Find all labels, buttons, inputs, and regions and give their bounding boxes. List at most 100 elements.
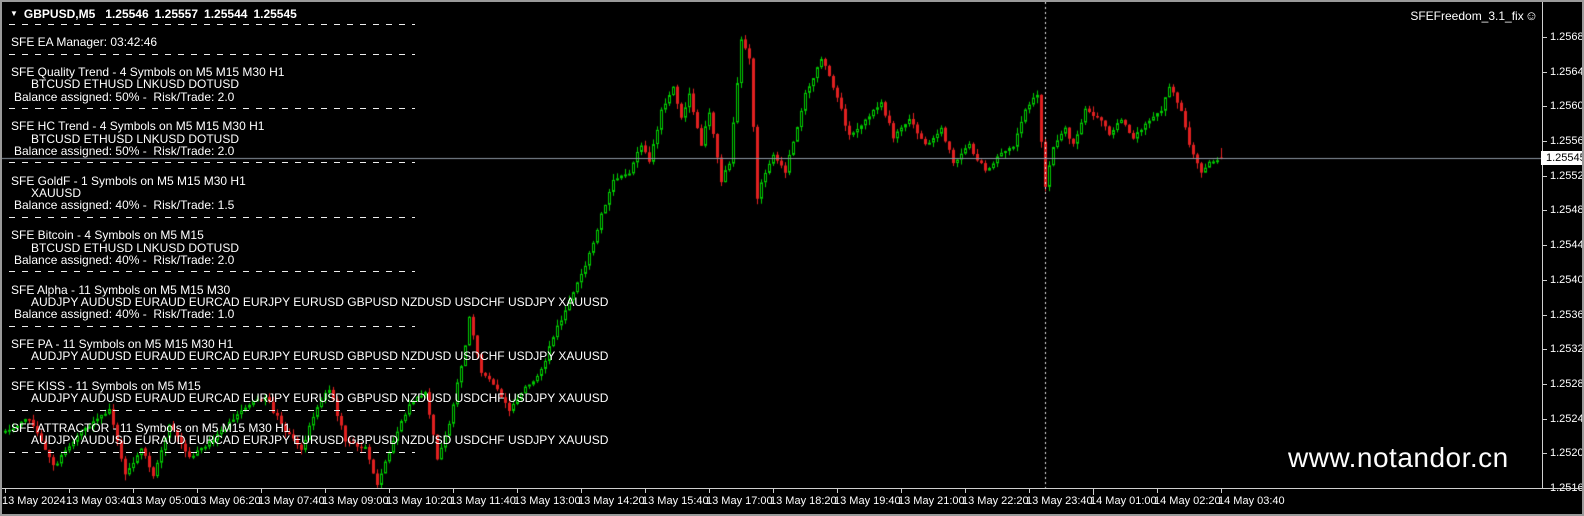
price-axis-tick [1543,384,1547,385]
price-axis-label: 1.25285 [1550,378,1584,390]
time-axis-label: 13 May 11:40 [450,495,516,507]
time-axis-tick [261,489,262,493]
time-axis-tick [453,489,454,493]
dashed-line [9,216,415,218]
time-axis-tick [325,489,326,493]
panel-separator [9,451,608,464]
collapse-chart-icon[interactable]: ▼ [10,9,18,18]
time-axis-tick [645,489,646,493]
price-axis-tick [1543,245,1547,246]
ohlc-high: 1.25557 [154,7,199,21]
price-axis-label: 1.25325 [1550,343,1584,355]
ea-smiley-icon[interactable]: ☺ [1525,8,1538,23]
time-axis-tick [709,489,710,493]
panel-line-title: SFE GoldF - 1 Symbols on M5 M15 M30 H1 [11,173,246,188]
price-axis-tick [1543,453,1547,454]
price-axis-tick [1543,141,1547,142]
panel-line-balance: Balance assigned: 50% - Risk/Trade: 2.0 [14,89,235,104]
time-axis-label: 13 May 2024 [2,495,66,507]
symbol-period-label: GBPUSD,M5 [23,7,96,21]
dashed-line [9,162,415,164]
panel-separator [9,271,608,283]
time-axis-label: 13 May 13:00 [514,495,581,507]
price-axis-label: 1.25645 [1550,66,1584,78]
time-axis-label: 13 May 14:20 [578,495,645,507]
dashed-line [9,53,415,55]
chart-window: ▼ GBPUSD,M5 1.25546 1.25557 1.25544 1.25545 S… [0,0,1584,516]
time-axis-tick [581,489,582,493]
time-axis[interactable]: 13 May 2024 13 May 03:40 13 May 05:00 13 Ma… [2,488,1582,514]
price-axis-tick [1543,176,1547,177]
price-axis-tick [1543,37,1547,38]
price-axis-label: 1.25405 [1550,274,1584,286]
price-axis-label: 1.25245 [1550,413,1584,425]
time-axis-label: 13 May 06:20 [194,495,261,507]
panel-separator [9,162,608,174]
time-axis-tick [901,489,902,493]
price-axis-label: 1.25685 [1550,31,1584,43]
price-axis-tick [1543,315,1547,316]
watermark: www.notandor.cn [1288,442,1509,473]
price-axis-label: 1.25565 [1550,135,1584,147]
time-axis-tick [773,489,774,493]
time-axis-label: 14 May 03:40 [1218,495,1285,507]
panel-line-symbols: AUDJPY AUDUSD EURAUD EURCAD EURJPY EURUS… [31,349,609,364]
time-axis-tick [1221,489,1222,493]
time-axis-tick [389,489,390,493]
time-axis-label: 13 May 18:20 [770,495,837,507]
ea-comment-panel: SFE EA Manager: 03:42:46 SFE Quality Tren… [9,19,608,464]
time-axis-label: 13 May 17:00 [706,495,773,507]
time-axis-tick [197,489,198,493]
time-axis-label: 13 May 22:20 [962,495,1029,507]
time-axis-tick [69,489,70,493]
time-axis-tick [133,489,134,493]
time-axis-label: 14 May 01:00 [1090,495,1157,507]
dashed-line [9,24,415,25]
time-axis-label: 13 May 23:40 [1026,495,1093,507]
dashed-line [9,367,415,369]
panel-line-balance: Balance assigned: 40% - Risk/Trade: 2.0 [14,252,235,267]
price-axis-tick [1543,419,1547,420]
panel-line-balance: Balance assigned: 40% - Risk/Trade: 1.5 [14,198,235,213]
price-axis-tick [1543,349,1547,350]
price-axis-label: 1.25605 [1550,100,1584,112]
dashed-line [9,271,415,273]
ohlc-close: 1.25545 [253,7,297,21]
price-axis-tick [1543,72,1547,73]
panel-line-symbols: AUDJPY AUDUSD EURAUD EURCAD EURJPY EURUS… [31,391,609,406]
time-axis-label: 13 May 21:00 [898,495,965,507]
time-axis-label: 13 May 19:40 [834,495,901,507]
price-axis-tick [1543,280,1547,281]
time-axis-tick [837,489,838,493]
dashed-line [9,451,415,453]
time-axis-label: 13 May 03:40 [66,495,133,507]
price-axis-label: 1.25445 [1550,239,1584,251]
time-axis-tick [5,489,6,493]
time-axis-tick [1029,489,1030,493]
price-axis-label: 1.25525 [1550,170,1584,182]
time-axis-label: 13 May 10:20 [386,495,453,507]
time-axis-label: 13 May 07:40 [258,495,325,507]
price-axis-label: 1.25365 [1550,309,1584,321]
time-axis-tick [1157,489,1158,493]
panel-line-symbols: AUDJPY AUDUSD EURAUD EURCAD EURJPY EURUS… [31,433,609,448]
time-axis-label: 14 May 02:20 [1154,495,1221,507]
price-axis-tick [1543,210,1547,211]
panel-line-balance: Balance assigned: 50% - Risk/Trade: 2.0 [14,144,235,159]
time-axis-tick [517,489,518,493]
ea-name-label: SFEFreedom_3.1_fix [1410,9,1524,23]
dashed-line [9,325,415,327]
time-axis-label: 13 May 05:00 [130,495,197,507]
time-axis-label: 13 May 09:00 [322,495,389,507]
price-axis-label: 1.25205 [1550,447,1584,459]
ohlc-low: 1.25544 [204,7,248,21]
panel-line-symbols: BTCUSD ETHUSD LNKUSD DOTUSD [31,240,240,255]
panel-line-title: SFE HC Trend - 4 Symbols on M5 M15 M30 H… [11,119,265,134]
price-axis-tick [1543,106,1547,107]
dashed-line [9,409,415,411]
time-axis-tick [965,489,966,493]
current-price-box: 1.25545 [1541,151,1582,165]
ea-name-badge: SFEFreedom_3.1_fix☺ [1410,8,1538,23]
panel-line-balance: Balance assigned: 40% - Risk/Trade: 1.0 [14,307,235,322]
price-axis[interactable]: 1.25685 1.25645 1.25605 1.25565 1.25525 1.254… [1542,2,1584,494]
